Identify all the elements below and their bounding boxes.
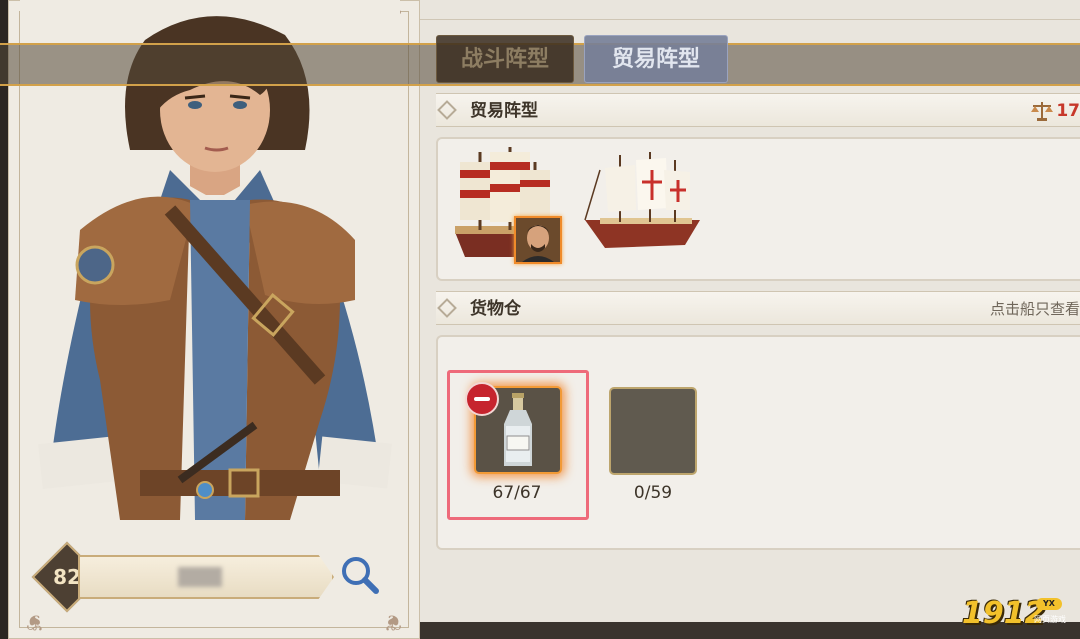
diamond-icon [437, 298, 457, 318]
corner-ornament-icon: ❦ [383, 609, 403, 634]
watermark-number: 1912 [962, 596, 1046, 631]
formation-capacity: 17 [1056, 101, 1080, 121]
cargo-hint: 点击船只查看 [989, 300, 1080, 318]
cargo-title: 货物仓 [470, 299, 521, 319]
tab-trade-formation[interactable]: 贸易阵型 [584, 35, 728, 83]
tab-battle-formation[interactable]: 战斗阵型 [436, 35, 574, 83]
captain-portrait-icon [516, 218, 560, 262]
watermark-badge: YX [1036, 598, 1062, 610]
site-watermark: 1912 YX 网页游戏 [962, 596, 1074, 636]
trade-formation-title: 贸易阵型 [470, 101, 538, 121]
carrack-ship-icon[interactable] [580, 150, 705, 260]
trade-formation-header: 贸易阵型 17 [436, 93, 1080, 127]
captain-avatar[interactable] [514, 216, 562, 264]
diamond-icon [437, 100, 457, 120]
character-name-redacted [178, 567, 222, 587]
balance-scale-icon [1031, 102, 1053, 121]
remove-cargo-button[interactable] [465, 382, 499, 416]
panel-top-border [420, 8, 1080, 20]
search-icon[interactable] [338, 553, 382, 597]
cargo-slot-count: 0/59 [633, 483, 673, 503]
watermark-subtitle: 网页游戏 [1034, 615, 1066, 624]
cargo-header: 货物仓 点击船只查看 [436, 291, 1080, 325]
cargo-slot-count: 67/67 [492, 483, 542, 503]
corner-ornament-icon: ❦ [25, 609, 45, 634]
cargo-slot-empty[interactable] [609, 387, 697, 475]
